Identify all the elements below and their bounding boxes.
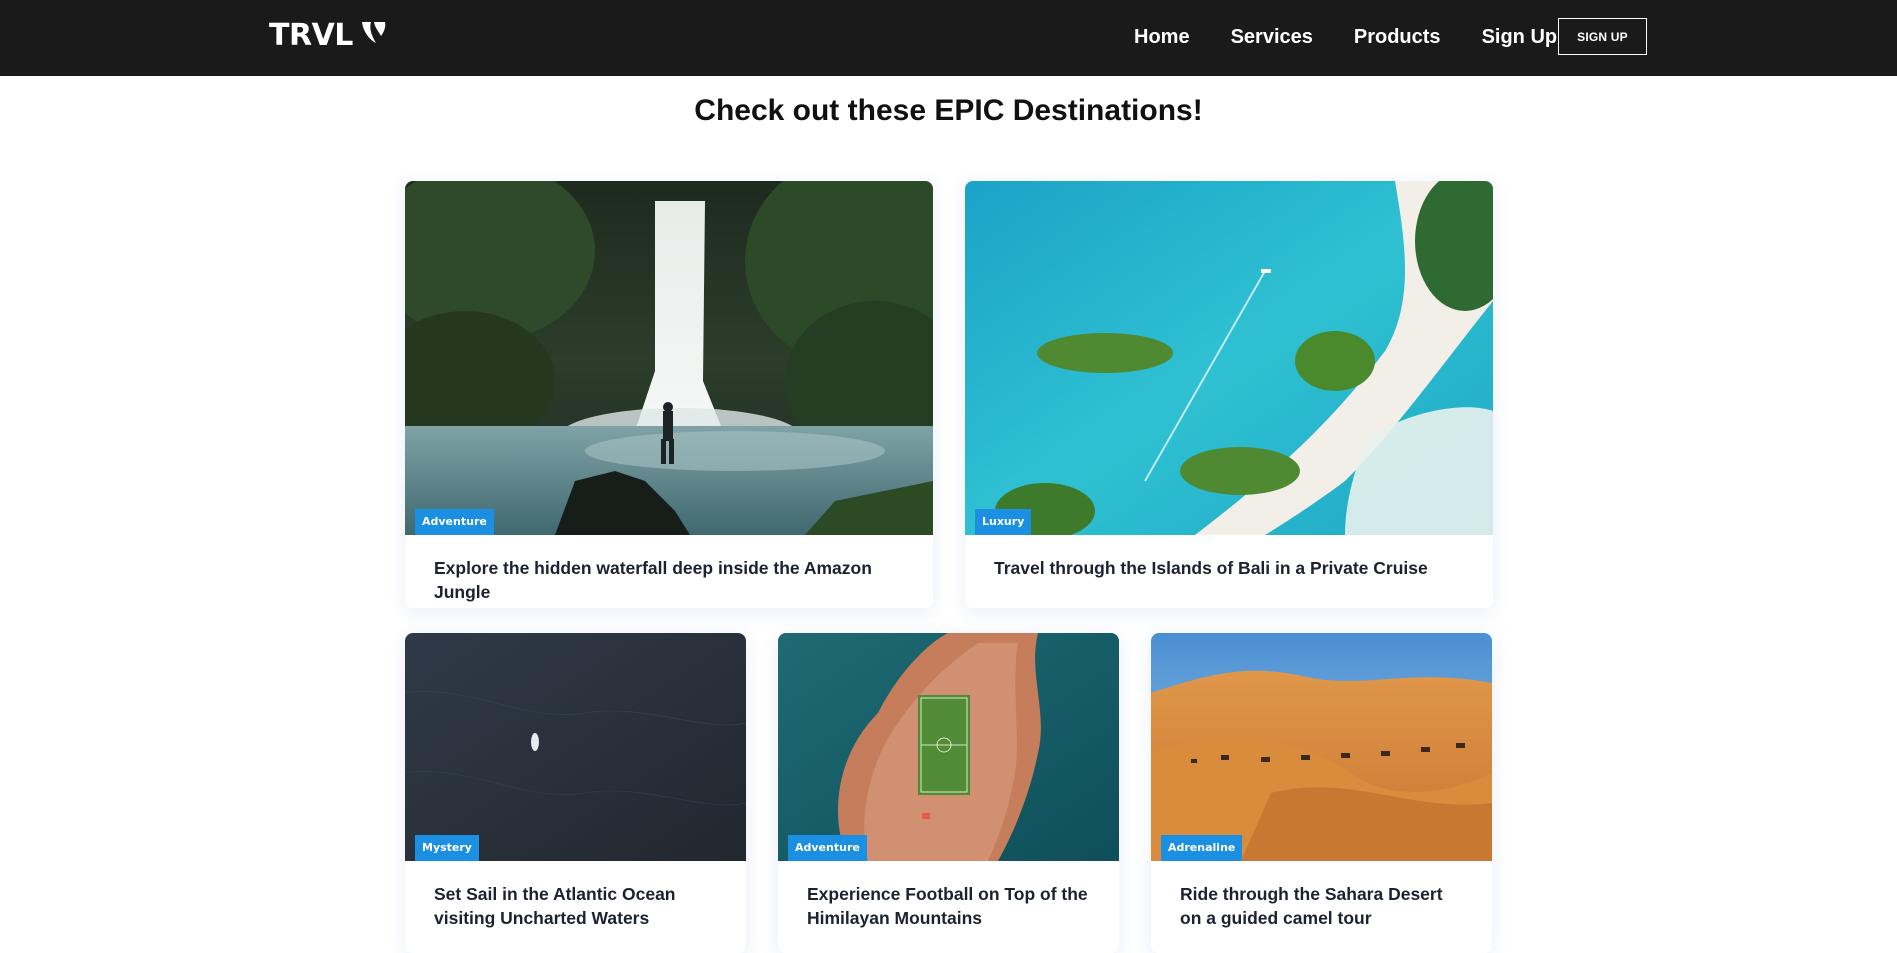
category-tag: Luxury xyxy=(975,509,1032,535)
card-body: Explore the hidden waterfall deep inside… xyxy=(405,535,933,608)
destination-card-ocean[interactable]: Mystery Set Sail in the Atlantic Ocean v… xyxy=(405,633,746,953)
page-title: Check out these EPIC Destinations! xyxy=(694,94,1203,127)
ocean-boat-photo xyxy=(405,633,746,861)
category-tag: Adrenaline xyxy=(1161,835,1243,861)
card-image: Mystery xyxy=(405,633,746,861)
sign-up-button[interactable]: SIGN UP xyxy=(1558,18,1647,55)
nav-link-home[interactable]: Home xyxy=(1134,24,1190,50)
card-title: Set Sail in the Atlantic Ocean visiting … xyxy=(434,884,676,928)
card-title: Explore the hidden waterfall deep inside… xyxy=(434,558,872,602)
card-image: Adventure xyxy=(405,181,933,535)
card-body: Travel through the Islands of Bali in a … xyxy=(965,535,1493,606)
card-body: Experience Football on Top of the Himila… xyxy=(778,861,1119,953)
islands-aerial-photo xyxy=(965,181,1493,535)
card-image: Adrenaline xyxy=(1151,633,1492,861)
nav-link-products[interactable]: Products xyxy=(1354,24,1441,50)
category-tag: Adventure xyxy=(415,509,494,535)
nav-link-services[interactable]: Services xyxy=(1231,24,1313,50)
desert-camels-photo xyxy=(1151,633,1492,861)
typo3-logo-icon xyxy=(361,22,386,43)
waterfall-photo xyxy=(405,181,933,535)
brand-name: TRVL xyxy=(269,18,353,53)
category-tag: Adventure xyxy=(788,835,867,861)
destination-card-desert[interactable]: Adrenaline Ride through the Sahara Deser… xyxy=(1151,633,1492,953)
main-nav: Home Services Products Sign Up xyxy=(1134,24,1557,50)
card-image: Adventure xyxy=(778,633,1119,861)
card-body: Set Sail in the Atlantic Ocean visiting … xyxy=(405,861,746,953)
destination-card-islands[interactable]: Luxury Travel through the Islands of Bal… xyxy=(965,181,1493,608)
nav-link-sign-up[interactable]: Sign Up xyxy=(1482,24,1558,50)
brand-logo[interactable]: TRVL xyxy=(269,18,389,54)
card-body: Ride through the Sahara Desert on a guid… xyxy=(1151,861,1492,953)
navbar: TRVL Home Services Products Sign Up SIGN… xyxy=(0,0,1897,76)
category-tag: Mystery xyxy=(415,835,479,861)
football-field-aerial-photo xyxy=(778,633,1119,861)
card-title: Ride through the Sahara Desert on a guid… xyxy=(1180,884,1443,928)
card-title: Experience Football on Top of the Himila… xyxy=(807,884,1088,928)
destination-card-waterfall[interactable]: Adventure Explore the hidden waterfall d… xyxy=(405,181,933,608)
destination-card-football[interactable]: Adventure Experience Football on Top of … xyxy=(778,633,1119,953)
card-title: Travel through the Islands of Bali in a … xyxy=(994,558,1428,578)
card-image: Luxury xyxy=(965,181,1493,535)
